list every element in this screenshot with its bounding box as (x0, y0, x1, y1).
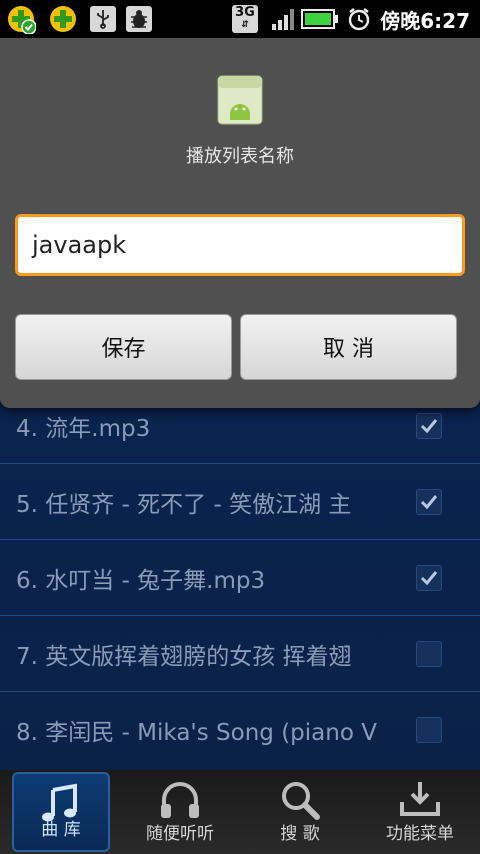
debug-bug-icon (124, 4, 154, 34)
list-item-title: 6. 水叮当 - 兔子舞.mp3 (16, 567, 266, 594)
usb-icon (88, 4, 118, 34)
list-item-checkbox[interactable] (416, 640, 442, 667)
status-time: 傍晚6:27 (380, 9, 470, 33)
battery-icon (300, 4, 340, 34)
status-bar: 3G ⇵ 傍晚6:27 (0, 0, 480, 38)
playlist-name-dialog: 播放列表名称 javaapk 保存 取 消 (0, 38, 480, 408)
tab-library[interactable]: 曲 库 (12, 772, 110, 852)
tab-label: 功能菜单 (386, 824, 454, 844)
list-item-title: 8. 李闰民 - Mika's Song (piano V (16, 720, 377, 746)
save-button[interactable]: 保存 (15, 314, 232, 380)
headphones-icon (156, 776, 204, 824)
app-plus-check-icon (6, 4, 36, 34)
list-item-title: 4. 流年.mp3 (16, 415, 151, 442)
bottom-tab-bar: 曲 库 随便听听 搜 歌 功能菜单 (0, 770, 480, 854)
network-label: 3G (235, 5, 255, 20)
list-item-checkbox[interactable] (416, 412, 442, 439)
tab-function-menu[interactable]: 功能菜单 (360, 770, 480, 854)
list-item[interactable]: 6. 水叮当 - 兔子舞.mp3 (0, 540, 480, 616)
list-item-checkbox[interactable] (416, 488, 442, 515)
list-item-title: 7. 英文版挥着翅膀的女孩 挥着翅 (16, 643, 352, 670)
tab-search-songs[interactable]: 搜 歌 (240, 770, 360, 854)
list-item-checkbox[interactable] (416, 564, 442, 591)
search-icon (276, 776, 324, 824)
list-item-title: 5. 任贤齐 - 死不了 - 笑傲江湖 主 (16, 491, 352, 518)
list-item[interactable]: 5. 任贤齐 - 死不了 - 笑傲江湖 主 (0, 464, 480, 540)
signal-icon (268, 4, 298, 34)
apk-file-icon (216, 74, 264, 126)
dialog-title: 播放列表名称 (186, 146, 294, 167)
download-tray-icon (396, 776, 444, 824)
playlist-name-input[interactable]: javaapk (15, 214, 465, 276)
tab-random-listen[interactable]: 随便听听 (120, 770, 240, 854)
app-plus-icon (48, 4, 78, 34)
cancel-button[interactable]: 取 消 (240, 314, 457, 380)
list-item-checkbox[interactable] (416, 717, 442, 743)
tab-label: 曲 库 (41, 820, 81, 840)
list-item[interactable]: 8. 李闰民 - Mika's Song (piano V (0, 692, 480, 768)
tab-label: 随便听听 (146, 824, 214, 844)
alarm-icon (344, 4, 374, 34)
list-item[interactable]: 7. 英文版挥着翅膀的女孩 挥着翅 (0, 616, 480, 692)
tab-label: 搜 歌 (280, 824, 320, 844)
network-3g-icon: 3G ⇵ (230, 4, 260, 34)
